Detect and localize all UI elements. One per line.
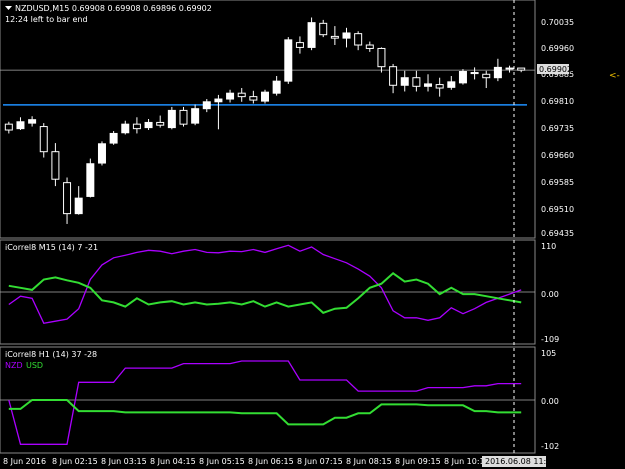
candle-body — [97, 143, 106, 164]
candle-body — [202, 101, 211, 110]
candle-body — [249, 96, 258, 101]
symbol-info: NZDUSD,M15 0.69908 0.69908 0.69896 0.699… — [15, 4, 212, 13]
candle-body — [377, 47, 386, 68]
cursor-time-label: 2016.06.08 11:30 — [485, 457, 556, 466]
candle-body — [330, 35, 339, 39]
candle-body — [493, 66, 502, 79]
candle-body — [458, 71, 467, 84]
candle-body — [470, 72, 479, 75]
candle-body — [132, 123, 141, 130]
candle-body — [435, 84, 444, 89]
candle-body — [400, 77, 409, 86]
price-axis-label: 0.69735 — [541, 124, 574, 133]
indicator2-axis-label: -102 — [541, 442, 559, 451]
time-axis-label: 8 Jun 06:15 — [248, 457, 294, 466]
candle-body — [51, 151, 60, 180]
candle-body — [39, 126, 48, 153]
trading-chart[interactable]: NZDUSD,M15 0.69908 0.69908 0.69896 0.699… — [0, 0, 625, 469]
time-axis-label: 8 Jun 2016 — [3, 457, 46, 466]
candle-body — [284, 39, 293, 82]
candle-body — [86, 163, 95, 197]
candle-body — [261, 91, 269, 102]
time-axis-label: 8 Jun 05:15 — [199, 457, 245, 466]
candle-body — [179, 109, 188, 125]
legend-usd: USD — [26, 361, 43, 370]
indicator1-axis-label: 110 — [541, 242, 556, 251]
current-price-tag-label: 0.69902 — [539, 65, 572, 74]
bar-timer: 12:24 left to bar end — [5, 15, 88, 24]
indicator1-axis-label: -109 — [541, 335, 559, 344]
candle-body — [237, 92, 246, 98]
legend-nzd: NZD — [5, 361, 23, 370]
time-axis-label: 8 Jun 02:15 — [52, 457, 98, 466]
price-axis-label: 0.69960 — [541, 44, 574, 53]
candle-body — [144, 121, 153, 129]
candle-body — [109, 132, 118, 144]
price-axis-label: 0.69660 — [541, 151, 574, 160]
candle-body — [4, 123, 13, 131]
candle-body — [482, 73, 491, 79]
candle-body — [295, 42, 304, 48]
indicator2-axis-label: 0.00 — [541, 397, 559, 406]
candle-body — [156, 121, 165, 126]
candle-body — [447, 81, 456, 88]
candle-body — [272, 80, 281, 94]
candle-body — [16, 121, 25, 130]
time-axis-label: 8 Jun 03:15 — [101, 457, 147, 466]
candle-body — [74, 197, 83, 215]
indicator1-axis-label: 0.00 — [541, 290, 559, 299]
price-axis-label: 0.69810 — [541, 97, 574, 106]
price-axis-label: 0.69435 — [541, 229, 574, 238]
candle-body — [319, 22, 328, 36]
candle-body — [307, 22, 316, 48]
price-axis-label: 0.69585 — [541, 178, 574, 187]
candle-body — [63, 182, 72, 215]
time-axis-label: 8 Jun 07:15 — [297, 457, 343, 466]
candle-body — [365, 44, 374, 49]
candle-body — [389, 66, 398, 86]
candle-body — [226, 92, 235, 100]
time-axis-label: 8 Jun 09:15 — [395, 457, 441, 466]
time-axis-label: 8 Jun 08:15 — [346, 457, 392, 466]
candle-body — [424, 83, 433, 87]
time-axis-label: 8 Jun 04:15 — [150, 457, 196, 466]
candle-body — [214, 98, 223, 103]
candle-body — [28, 119, 37, 124]
candle-body — [342, 32, 351, 39]
candle-body — [517, 67, 526, 71]
candle-body — [121, 123, 130, 134]
candle-body — [354, 33, 363, 46]
price-axis-label: 0.70035 — [541, 18, 574, 27]
price-axis-label: 0.69510 — [541, 205, 574, 214]
indicator1-label: iCorrel8 M15 (14) 7 -21 — [5, 243, 98, 252]
price-axis: 0.70035 0.69960 0.69885 0.69810 0.69735 … — [541, 18, 574, 238]
candle-body — [191, 108, 200, 124]
indicator2-axis-label: 105 — [541, 349, 556, 358]
candle-body — [167, 109, 176, 129]
price-pointer-icon: <- — [609, 71, 620, 81]
indicator2-label: iCorrel8 H1 (14) 37 -28 — [5, 350, 97, 359]
candle-body — [412, 77, 421, 87]
candle-body — [505, 67, 514, 70]
